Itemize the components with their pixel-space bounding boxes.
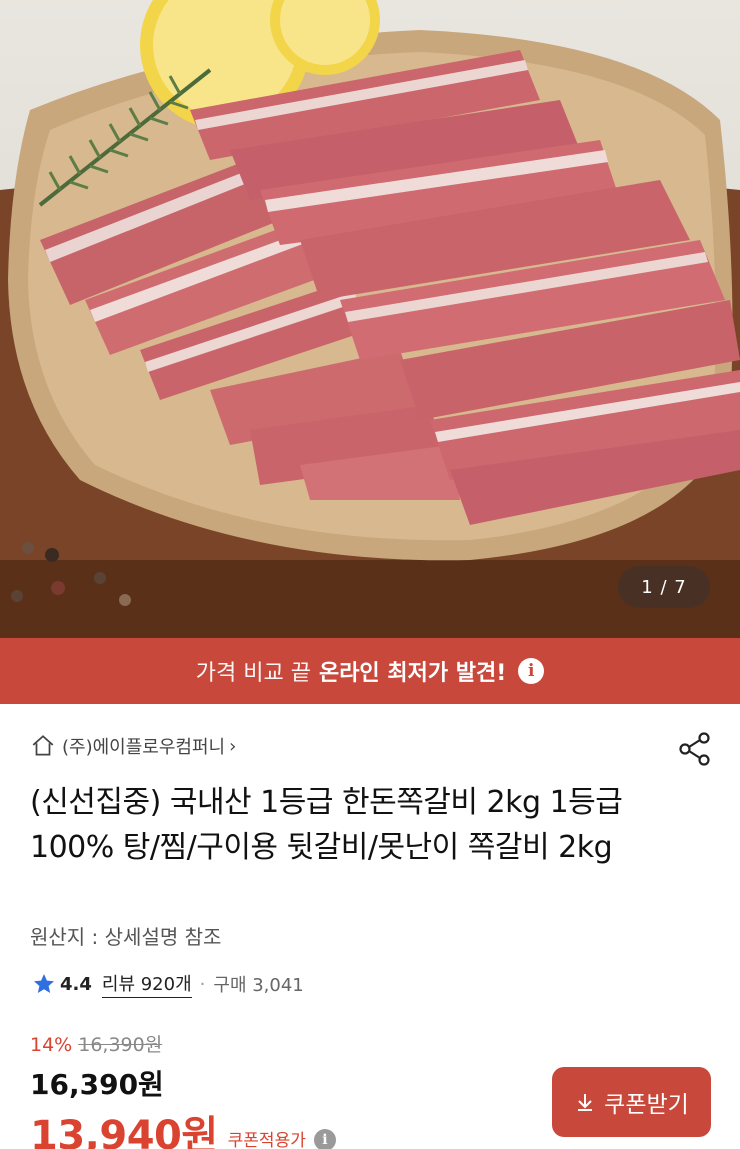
home-icon bbox=[32, 735, 54, 756]
product-title: (신선집중) 국내산 1등급 한돈쪽갈비 2kg 1등급 100% 탕/찜/구이… bbox=[30, 785, 623, 865]
coupon-price-row: 13,940원 쿠폰적용가 i bbox=[30, 1103, 336, 1149]
lowest-price-banner[interactable]: 가격 비교 끝 온라인 최저가 발견! i bbox=[0, 638, 740, 704]
review-count-link[interactable]: 리뷰 920개 bbox=[101, 970, 192, 998]
seller-name: (주)에이플로우컴퍼니 bbox=[62, 737, 226, 758]
price-block: 14% 16,390원 16,390원 13,940원 쿠폰적용가 i bbox=[30, 1030, 336, 1149]
chevron-right-icon: › bbox=[229, 735, 237, 757]
discount-rate: 14% bbox=[30, 1034, 73, 1056]
get-coupon-button[interactable]: 쿠폰받기 bbox=[552, 1067, 711, 1137]
image-counter: 1 / 7 bbox=[618, 566, 710, 608]
share-icon[interactable] bbox=[676, 730, 714, 768]
original-price: 16,390원 bbox=[78, 1034, 163, 1056]
purchase-count: 구매 3,041 bbox=[213, 975, 304, 996]
star-icon bbox=[34, 974, 54, 993]
coupon-button-label: 쿠폰받기 bbox=[604, 1092, 689, 1118]
coupon-price: 13,940원 bbox=[30, 1113, 218, 1149]
info-icon[interactable]: i bbox=[518, 658, 545, 684]
rating-score: 4.4 bbox=[60, 973, 92, 995]
rating-row: 4.4 리뷰 920개 · 구매 3,041 bbox=[32, 970, 304, 998]
product-image[interactable]: 1 / 7 bbox=[0, 0, 740, 638]
origin-text: 원산지 : 상세설명 참조 bbox=[30, 925, 222, 949]
discount-row: 14% 16,390원 bbox=[30, 1030, 336, 1057]
product-photo bbox=[0, 0, 740, 638]
sale-price: 16,390원 bbox=[30, 1068, 164, 1101]
coupon-price-label: 쿠폰적용가 bbox=[227, 1131, 306, 1149]
seller-link[interactable]: (주)에이플로우컴퍼니 › bbox=[30, 733, 236, 759]
download-icon bbox=[578, 1094, 593, 1111]
separator-dot: · bbox=[199, 973, 206, 995]
info-icon[interactable]: i bbox=[313, 1129, 336, 1149]
banner-highlight: 온라인 최저가 발견! bbox=[318, 661, 507, 686]
banner-text: 가격 비교 끝 bbox=[195, 661, 311, 686]
